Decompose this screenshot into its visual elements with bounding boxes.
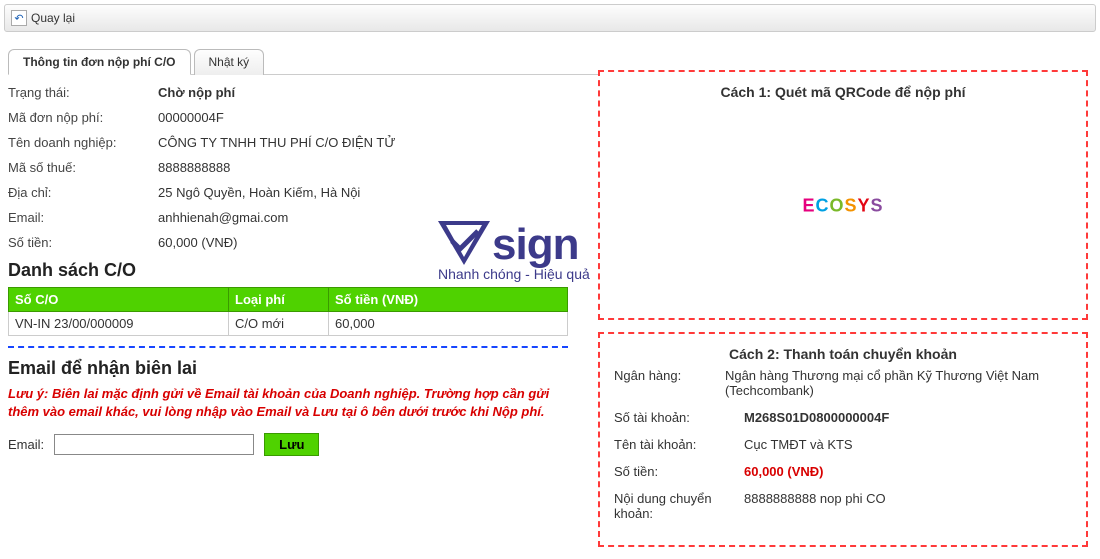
th-co-type: Loại phí [229,288,329,312]
bank-label: Ngân hàng: [614,368,725,398]
qr-brand-ecosys: E C O S Y S [798,195,887,218]
receipt-title: Email để nhận biên lai [8,358,598,379]
cell-co-amount: 60,000 [329,312,568,336]
co-table: Số C/O Loại phí Số tiền (VNĐ) VN-IN 23/0… [8,287,568,336]
th-co-no: Số C/O [9,288,229,312]
tabs: Thông tin đơn nộp phí C/O Nhật ký [8,48,598,74]
receipt-email-label: Email: [8,437,44,452]
back-button[interactable]: ↶ Quay lại [9,8,83,28]
bank-value: Ngân hàng Thương mại cổ phần Kỹ Thương V… [725,368,1072,398]
pay-amount-label: Số tiền: [614,464,744,479]
address-value: 25 Ngô Quyền, Hoàn Kiếm, Hà Nội [158,185,360,200]
tax-label: Mã số thuế: [8,160,158,175]
th-co-amount: Số tiền (VNĐ) [329,288,568,312]
method2-title: Cách 2: Thanh toán chuyển khoản [614,346,1072,362]
divider [8,346,568,348]
tax-value: 8888888888 [158,160,230,175]
company-value: CÔNG TY TNHH THU PHÍ C/O ĐIỆN TỬ [158,135,395,150]
payment-method-2: Cách 2: Thanh toán chuyển khoản Ngân hàn… [598,332,1088,547]
orderid-value: 00000004F [158,110,224,125]
acctname-value: Cục TMĐT và KTS [744,437,853,452]
table-row: VN-IN 23/00/000009 C/O mới 60,000 [9,312,568,336]
save-button[interactable]: Lưu [264,433,319,456]
acct-label: Số tài khoản: [614,410,744,425]
amount-label: Số tiền: [8,235,158,250]
back-label: Quay lại [31,11,75,25]
content-label: Nội dung chuyển khoản: [614,491,744,521]
company-label: Tên doanh nghiệp: [8,135,158,150]
receipt-warning: Lưu ý: Biên lai mặc định gửi về Email tà… [8,385,568,421]
back-icon: ↶ [11,10,27,26]
co-list-title: Danh sách C/O [8,260,598,281]
tab-info[interactable]: Thông tin đơn nộp phí C/O [8,49,191,75]
receipt-email-input[interactable] [54,434,254,455]
acct-value: M268S01D0800000004F [744,410,889,425]
cell-co-no: VN-IN 23/00/000009 [9,312,229,336]
qr-code: E C O S Y S [743,106,943,306]
status-value: Chờ nộp phí [158,85,235,100]
toolbar: ↶ Quay lại [4,4,1096,32]
address-label: Địa chỉ: [8,185,158,200]
orderid-label: Mã đơn nộp phí: [8,110,158,125]
acctname-label: Tên tài khoản: [614,437,744,452]
method1-title: Cách 1: Quét mã QRCode để nộp phí [614,84,1072,100]
amount-value: 60,000 (VNĐ) [158,235,237,250]
tab-log[interactable]: Nhật ký [194,49,265,75]
status-label: Trạng thái: [8,85,158,100]
email-value: anhhienah@gmai.com [158,210,288,225]
payment-method-1: Cách 1: Quét mã QRCode để nộp phí E C O … [598,70,1088,320]
email-label: Email: [8,210,158,225]
pay-amount-value: 60,000 (VNĐ) [744,464,823,479]
content-value: 8888888888 nop phi CO [744,491,886,521]
cell-co-type: C/O mới [229,312,329,336]
